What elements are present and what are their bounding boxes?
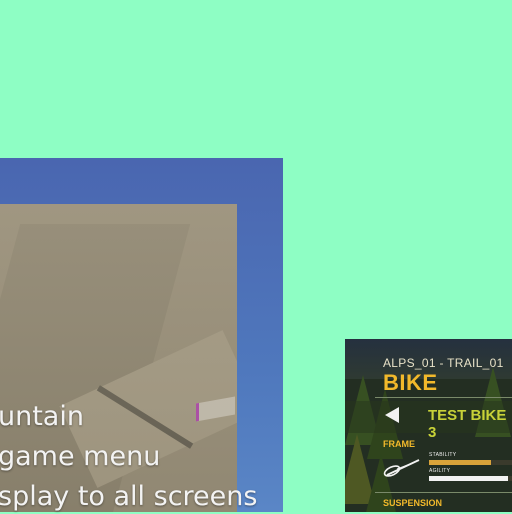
selected-bike-name: TEST BIKE 3 xyxy=(428,407,507,441)
suspension-label: SUSPENSION xyxy=(383,498,443,508)
bike-selector: TEST BIKE 3 xyxy=(345,401,512,441)
divider xyxy=(375,397,512,398)
agility-bar xyxy=(429,476,512,481)
menu-title: BIKE xyxy=(383,370,438,395)
agility-bar-fill xyxy=(429,476,508,481)
stability-label: STABILITY xyxy=(429,452,457,458)
bike-select-menu: ALPS_01 - TRAIL_01 BIKE TEST BIKE 3 FRAM… xyxy=(345,339,512,512)
stability-bar xyxy=(429,460,512,465)
previous-arrow-icon[interactable] xyxy=(385,407,399,423)
agility-label: AGILITY xyxy=(429,468,451,474)
stability-bar-fill xyxy=(429,460,492,465)
bike-frame-icon xyxy=(383,459,420,477)
track-label: ALPS_01 - TRAIL_01 xyxy=(383,356,504,370)
divider xyxy=(375,492,512,493)
frame-label: FRAME xyxy=(383,439,415,449)
